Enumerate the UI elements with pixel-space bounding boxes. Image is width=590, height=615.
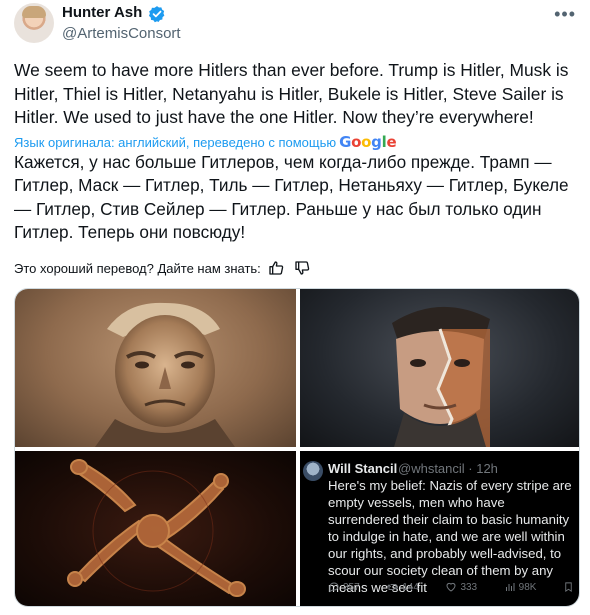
media-image-2[interactable] — [300, 289, 579, 447]
heart-icon — [446, 582, 456, 592]
rate-translation-prompt: Это хороший перевод? Дайте нам знать: — [14, 260, 261, 276]
retweet-icon — [387, 584, 399, 590]
embedded-tweet-text: Here's my belief: Nazis of every stripe … — [328, 478, 572, 595]
media-image-1[interactable] — [15, 289, 296, 447]
google-logo: Google — [339, 133, 397, 151]
views-icon — [505, 583, 515, 591]
reply-icon — [329, 582, 339, 593]
author-handle[interactable]: @ArtemisConsort — [62, 25, 181, 42]
media-image-3[interactable] — [15, 451, 296, 606]
more-options-icon[interactable]: ••• — [554, 5, 576, 23]
translation-note-label: Язык оригинала: английский, переведено с… — [14, 134, 337, 150]
tweet-header: Hunter Ash @ArtemisConsort ••• — [14, 3, 580, 47]
embedded-like-action: 333 — [445, 581, 477, 593]
embedded-views-action: 98K — [504, 581, 537, 593]
thumbs-down-icon[interactable] — [291, 257, 313, 279]
embedded-author-handle: @whstancil · 12h — [398, 461, 498, 476]
thumbs-up-icon[interactable] — [265, 257, 287, 279]
embedded-reply-action: 357 — [328, 581, 360, 593]
bookmark-icon — [565, 582, 572, 592]
embedded-retweet-count: 144 — [402, 581, 419, 593]
translated-text: Кажется, у нас больше Гитлеров, чем когд… — [14, 152, 569, 242]
embedded-tweet-screenshot[interactable]: Will Stancil @whstancil · 12h Here's my … — [300, 451, 579, 606]
embedded-like-count: 333 — [460, 581, 478, 593]
media-grid: Will Stancil @whstancil · 12h Here's my … — [14, 288, 580, 607]
rate-translation-row: Это хороший перевод? Дайте нам знать: — [14, 257, 313, 279]
embedded-view-count: 98K — [518, 581, 537, 593]
verified-badge-icon — [148, 6, 165, 23]
tweet-text: We seem to have more Hitlers than ever b… — [14, 60, 569, 127]
embedded-retweet-action: 144 — [386, 581, 419, 593]
embedded-reply-count: 357 — [343, 581, 360, 593]
author-avatar[interactable] — [14, 3, 54, 43]
embedded-tweet-actions: 357 144 333 98K — [328, 581, 574, 593]
embedded-author-name: Will Stancil — [328, 461, 398, 476]
author-name[interactable]: Hunter Ash — [62, 4, 142, 21]
embedded-author-avatar — [303, 461, 323, 481]
translation-note[interactable]: Язык оригинала: английский, переведено с… — [14, 133, 397, 151]
